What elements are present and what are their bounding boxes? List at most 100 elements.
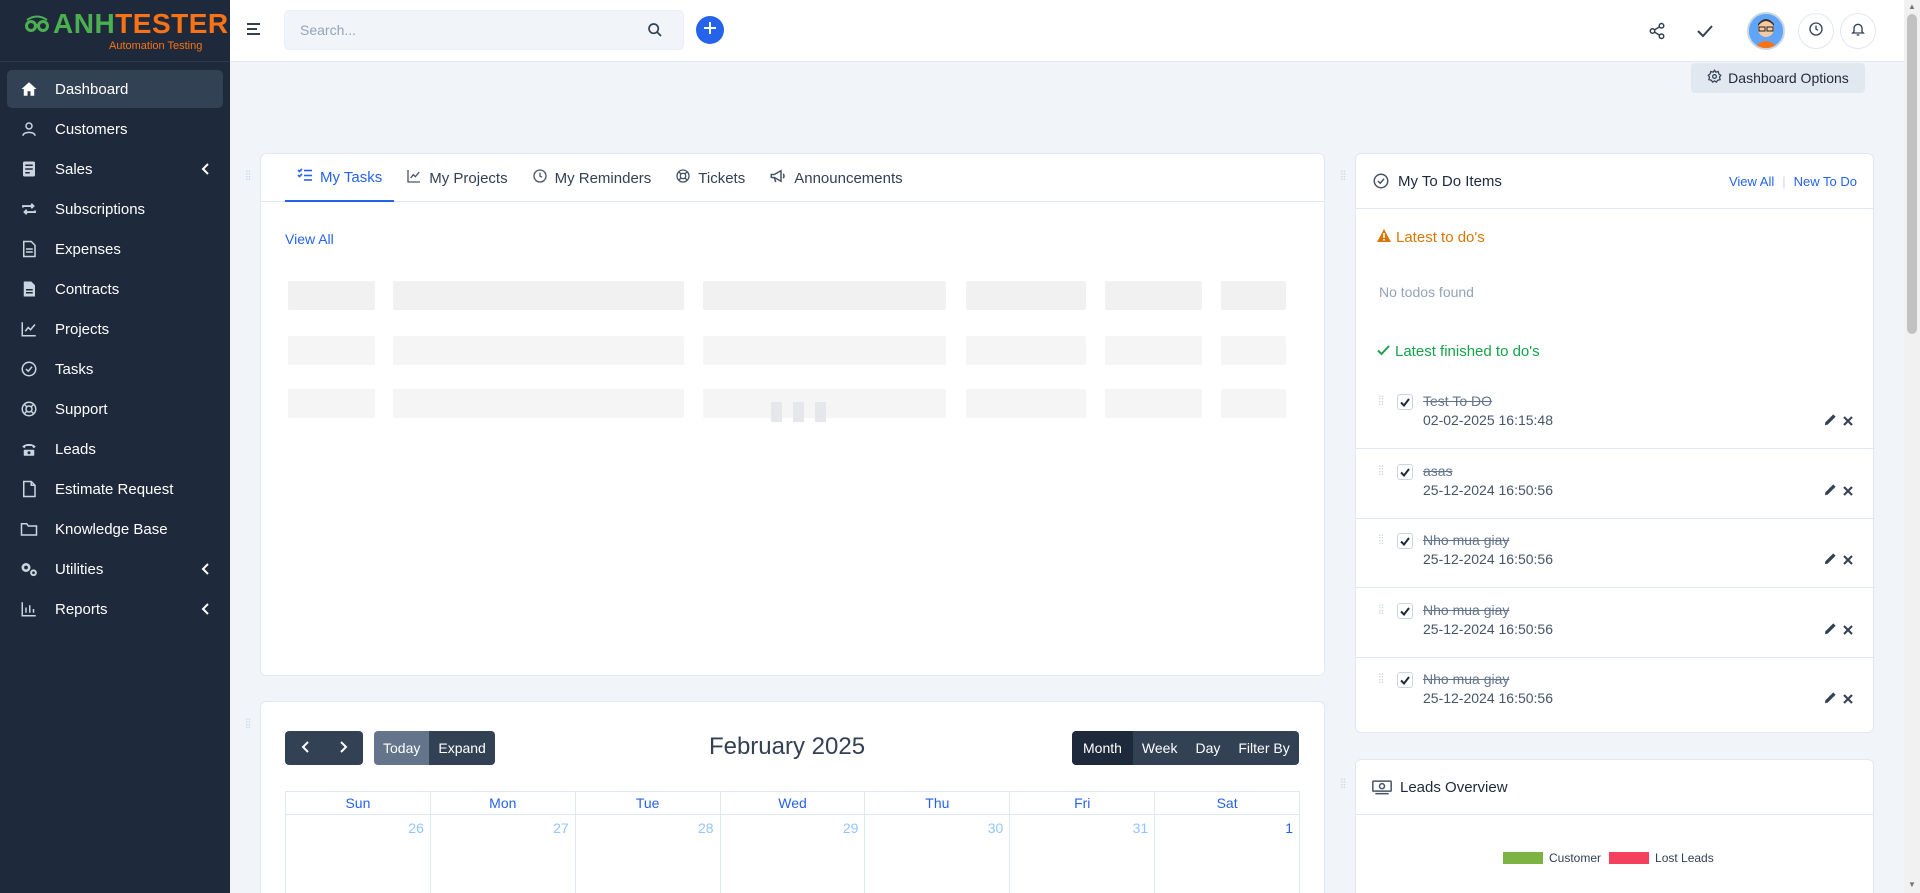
drag-handle-icon[interactable]: ⁞⁞ bbox=[245, 716, 251, 731]
sidebar-item-utilities[interactable]: Utilities bbox=[7, 550, 223, 588]
calendar-day-cell[interactable]: 27 bbox=[431, 815, 576, 893]
sidebar-item-sales[interactable]: Sales bbox=[7, 150, 223, 188]
sidebar-item-projects[interactable]: Projects bbox=[7, 310, 223, 348]
drag-handle-icon[interactable]: ⁞⁞ bbox=[245, 168, 251, 183]
tasks-view-all-link[interactable]: View All bbox=[285, 231, 334, 247]
prev-month-button[interactable] bbox=[285, 731, 324, 765]
sidebar-item-expenses[interactable]: Expenses bbox=[7, 230, 223, 268]
calendar-day-cell[interactable]: 29 bbox=[721, 815, 866, 893]
drag-handle-icon[interactable]: ⁞⁞ bbox=[1378, 602, 1384, 617]
scroll-down-icon[interactable]: ▼ bbox=[1908, 880, 1916, 889]
todo-checkbox[interactable] bbox=[1397, 394, 1413, 410]
gear-icon bbox=[1707, 69, 1722, 87]
calendar-day-cell[interactable]: 28 bbox=[576, 815, 721, 893]
close-icon[interactable] bbox=[1843, 691, 1853, 709]
pencil-icon[interactable] bbox=[1824, 483, 1837, 501]
tab-my-projects[interactable]: My Projects bbox=[394, 154, 519, 202]
next-month-button[interactable] bbox=[324, 731, 363, 765]
today-button[interactable]: Today bbox=[374, 731, 430, 765]
search-icon[interactable] bbox=[647, 22, 663, 43]
check-icon bbox=[1377, 343, 1390, 360]
timer-button[interactable] bbox=[1798, 13, 1834, 49]
sidebar-item-dashboard[interactable]: Dashboard bbox=[7, 70, 223, 108]
bar-chart-icon bbox=[19, 599, 39, 619]
share-icon[interactable] bbox=[1643, 17, 1671, 45]
view-week-button[interactable]: Week bbox=[1132, 731, 1187, 765]
todo-checkbox[interactable] bbox=[1397, 672, 1413, 688]
todo-checkbox[interactable] bbox=[1397, 464, 1413, 480]
sidebar-item-contracts[interactable]: Contracts bbox=[7, 270, 223, 308]
drag-handle-icon[interactable]: ⁞⁞ bbox=[1378, 671, 1384, 686]
tab-my-reminders[interactable]: My Reminders bbox=[520, 154, 664, 202]
calendar-day-cell[interactable]: 31 bbox=[1010, 815, 1156, 893]
check-icon[interactable] bbox=[1691, 17, 1719, 45]
sidebar-item-label: Utilities bbox=[55, 560, 104, 578]
close-icon[interactable] bbox=[1843, 552, 1853, 570]
lifebuoy-icon bbox=[675, 168, 691, 188]
tab-tickets[interactable]: Tickets bbox=[663, 154, 757, 202]
sidebar-item-reports[interactable]: Reports bbox=[7, 590, 223, 628]
drag-handle-icon[interactable]: ⁞⁞ bbox=[1378, 393, 1384, 408]
pencil-icon[interactable] bbox=[1824, 691, 1837, 709]
todo-item-date: 25-12-2024 16:50:56 bbox=[1423, 690, 1553, 706]
drag-handle-icon[interactable]: ⁞⁞ bbox=[1378, 463, 1384, 478]
sidebar-item-estimate-request[interactable]: Estimate Request bbox=[7, 470, 223, 508]
cogs-icon bbox=[19, 559, 39, 579]
new-todo-link[interactable]: New To Do bbox=[1794, 174, 1857, 189]
user-avatar[interactable] bbox=[1747, 12, 1785, 50]
leads-header: Leads Overview bbox=[1356, 760, 1873, 815]
sidebar: ANH TESTER Automation Testing Dashboard C… bbox=[0, 0, 230, 893]
calendar-view-group: Month Week Day Filter By bbox=[1072, 731, 1299, 765]
todo-item-title: Nho mua giay bbox=[1423, 671, 1510, 687]
tab-announcements[interactable]: Announcements bbox=[757, 154, 914, 202]
drag-handle-icon[interactable]: ⁞⁞ bbox=[1378, 532, 1384, 547]
todo-checkbox[interactable] bbox=[1397, 603, 1413, 619]
sidebar-item-subscriptions[interactable]: Subscriptions bbox=[7, 190, 223, 228]
sidebar-item-knowledge-base[interactable]: Knowledge Base bbox=[7, 510, 223, 548]
tasks-tabs: My Tasks My Projects My Reminders Ticket… bbox=[261, 154, 1324, 202]
pencil-icon[interactable] bbox=[1824, 552, 1837, 570]
clock-icon bbox=[1808, 21, 1824, 42]
chevron-left-icon bbox=[201, 562, 209, 579]
pencil-icon[interactable] bbox=[1824, 622, 1837, 640]
sidebar-item-customers[interactable]: Customers bbox=[7, 110, 223, 148]
close-icon[interactable] bbox=[1843, 622, 1853, 640]
tasks-panel: My Tasks My Projects My Reminders Ticket… bbox=[260, 153, 1325, 676]
quick-create-button[interactable] bbox=[696, 16, 724, 44]
sidebar-item-label: Leads bbox=[55, 440, 96, 458]
scroll-up-icon[interactable]: ▲ bbox=[1908, 2, 1916, 11]
pencil-icon[interactable] bbox=[1824, 413, 1837, 431]
search-input[interactable] bbox=[285, 11, 625, 49]
expand-button[interactable]: Expand bbox=[429, 731, 495, 765]
plus-icon bbox=[703, 21, 717, 40]
calendar-day-cell[interactable]: 1 bbox=[1155, 815, 1301, 893]
legend-label-customer[interactable]: Customer bbox=[1549, 851, 1601, 865]
drag-handle-icon[interactable]: ⁞⁞ bbox=[1340, 776, 1346, 791]
tab-my-tasks[interactable]: My Tasks bbox=[285, 154, 395, 202]
drag-handle-icon[interactable]: ⁞⁞ bbox=[1340, 168, 1346, 183]
page-scrollbar[interactable]: ▲ ▼ bbox=[1904, 0, 1920, 893]
todo-checkbox[interactable] bbox=[1397, 533, 1413, 549]
menu-toggle-icon[interactable] bbox=[246, 22, 262, 41]
tab-label: My Tasks bbox=[320, 168, 383, 186]
scroll-thumb[interactable] bbox=[1907, 14, 1917, 334]
todo-view-all-link[interactable]: View All bbox=[1729, 174, 1774, 189]
sidebar-item-tasks[interactable]: Tasks bbox=[7, 350, 223, 388]
receipt-icon bbox=[19, 159, 39, 179]
view-day-button[interactable]: Day bbox=[1186, 731, 1230, 765]
sidebar-item-leads[interactable]: Leads bbox=[7, 430, 223, 468]
close-icon[interactable] bbox=[1843, 413, 1853, 431]
file-text-icon bbox=[19, 239, 39, 259]
legend-label-lost-leads[interactable]: Lost Leads bbox=[1655, 851, 1714, 865]
close-icon[interactable] bbox=[1843, 483, 1853, 501]
view-month-button[interactable]: Month bbox=[1072, 731, 1133, 765]
sidebar-item-support[interactable]: Support bbox=[7, 390, 223, 428]
calendar-day-cell[interactable]: 30 bbox=[865, 815, 1011, 893]
dashboard-options-button[interactable]: Dashboard Options bbox=[1691, 63, 1865, 93]
filter-by-button[interactable]: Filter By bbox=[1229, 731, 1299, 765]
user-icon bbox=[19, 119, 39, 139]
notifications-button[interactable] bbox=[1840, 13, 1876, 49]
brand-logo[interactable]: ANH TESTER Automation Testing bbox=[0, 0, 230, 62]
calendar-day-cell[interactable]: 26 bbox=[286, 815, 431, 893]
chevron-right-icon bbox=[339, 740, 348, 756]
